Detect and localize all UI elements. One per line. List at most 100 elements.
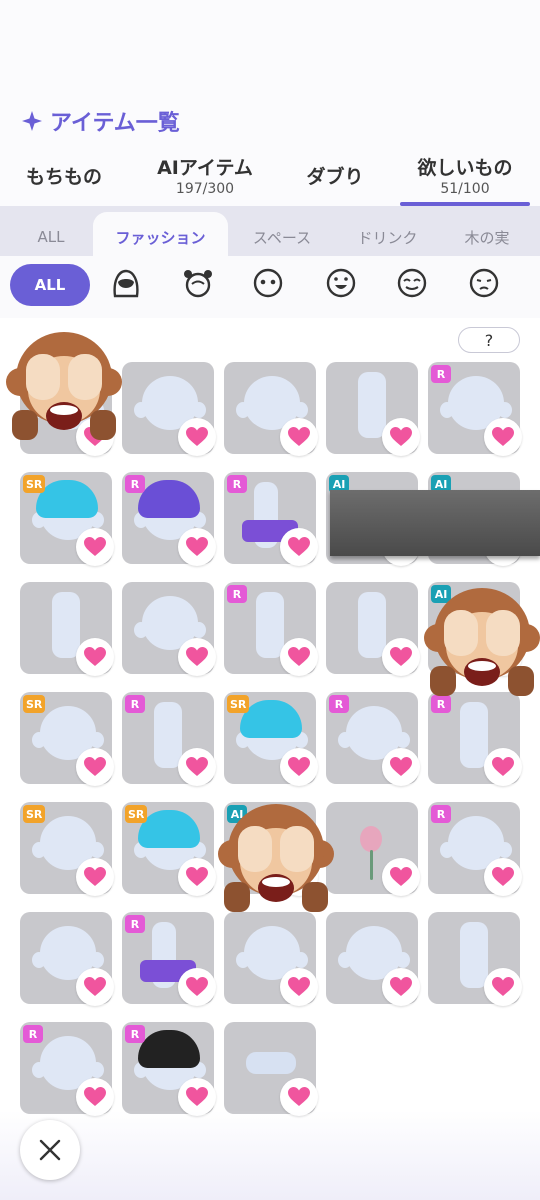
category-tab-all[interactable]: ALL xyxy=(10,212,92,262)
wishlist-item[interactable] xyxy=(326,362,420,456)
wishlist-item[interactable]: R xyxy=(122,692,216,786)
heart-icon xyxy=(492,757,514,776)
eyes-icon[interactable] xyxy=(251,266,285,300)
tab-mochimono[interactable]: もちもの xyxy=(8,148,120,206)
rarity-badge: R xyxy=(431,695,451,713)
heart-icon xyxy=(390,647,412,666)
favorite-button[interactable] xyxy=(178,418,216,456)
category-tab-space[interactable]: スペース xyxy=(236,212,328,262)
item-grid: ? R SR R R AI AI R AI SR R SR R R SR SR AI R R R R xyxy=(0,318,540,1200)
tab-duplicates[interactable]: ダブり xyxy=(290,148,380,206)
favorite-button[interactable] xyxy=(76,858,114,896)
close-button[interactable] xyxy=(20,1120,80,1180)
rarity-badge: R xyxy=(227,475,247,493)
wishlist-item[interactable]: R xyxy=(224,582,318,676)
favorite-button[interactable] xyxy=(382,418,420,456)
heart-icon xyxy=(186,427,208,446)
page-title: アイテム一覧 xyxy=(50,111,180,136)
head-accessory-icon[interactable] xyxy=(181,266,215,300)
wishlist-item[interactable] xyxy=(122,582,216,676)
wishlist-item[interactable]: SR xyxy=(20,802,114,896)
wishlist-item[interactable]: SR xyxy=(20,692,114,786)
wishlist-item[interactable]: SR xyxy=(122,802,216,896)
close-icon xyxy=(39,1139,61,1161)
favorite-button[interactable] xyxy=(178,968,216,1006)
wishlist-item[interactable] xyxy=(326,802,420,896)
item-deco xyxy=(36,480,98,518)
favorite-button[interactable] xyxy=(280,638,318,676)
wishlist-item[interactable]: R xyxy=(224,472,318,566)
item-deco xyxy=(360,826,382,852)
heart-icon xyxy=(186,757,208,776)
favorite-button[interactable] xyxy=(382,968,420,1006)
wishlist-item[interactable] xyxy=(224,912,318,1006)
rarity-badge: R xyxy=(431,805,451,823)
closed-eyes-icon[interactable] xyxy=(395,266,429,300)
favorite-button[interactable] xyxy=(484,968,522,1006)
help-button[interactable]: ? xyxy=(458,327,520,353)
bottom-fade xyxy=(0,1110,540,1200)
favorite-button[interactable] xyxy=(382,858,420,896)
hair-icon[interactable] xyxy=(109,266,143,300)
tab-ai-items[interactable]: AIアイテム 197/300 xyxy=(140,148,270,206)
wishlist-item[interactable] xyxy=(224,362,318,456)
rarity-badge: R xyxy=(125,915,145,933)
heart-icon xyxy=(84,647,106,666)
wishlist-item[interactable] xyxy=(326,582,420,676)
favorite-button[interactable] xyxy=(76,968,114,1006)
main-tabs: もちもの AIアイテム 197/300 ダブり 欲しいもの 51/100 xyxy=(0,148,540,206)
wishlist-item[interactable]: R xyxy=(20,1022,114,1116)
favorite-button[interactable] xyxy=(484,858,522,896)
favorite-button[interactable] xyxy=(76,638,114,676)
favorite-button[interactable] xyxy=(280,418,318,456)
wishlist-item[interactable] xyxy=(428,912,522,1006)
item-preview xyxy=(154,702,182,768)
wishlist-item[interactable]: SR xyxy=(224,692,318,786)
favorite-button[interactable] xyxy=(178,528,216,566)
favorite-button[interactable] xyxy=(382,638,420,676)
heart-icon xyxy=(186,537,208,556)
favorite-button[interactable] xyxy=(280,748,318,786)
favorite-button[interactable] xyxy=(382,748,420,786)
favorite-button[interactable] xyxy=(178,858,216,896)
wishlist-item[interactable] xyxy=(326,912,420,1006)
favorite-button[interactable] xyxy=(280,968,318,1006)
wishlist-item[interactable] xyxy=(122,362,216,456)
wishlist-item[interactable] xyxy=(20,582,114,676)
favorite-button[interactable] xyxy=(484,418,522,456)
wishlist-item[interactable]: SR xyxy=(20,472,114,566)
wishlist-item[interactable]: R xyxy=(428,802,522,896)
wishlist-item[interactable]: R xyxy=(326,692,420,786)
page-title-area: アイテム一覧 xyxy=(22,104,180,138)
favorite-button[interactable] xyxy=(76,528,114,566)
favorite-button[interactable] xyxy=(178,748,216,786)
wishlist-item[interactable] xyxy=(224,1022,318,1116)
wishlist-item[interactable]: R xyxy=(428,692,522,786)
wishlist-item[interactable]: R xyxy=(122,1022,216,1116)
rarity-badge: SR xyxy=(227,695,250,713)
favorite-button[interactable] xyxy=(178,638,216,676)
tab-wishlist[interactable]: 欲しいもの 51/100 xyxy=(400,148,530,206)
favorite-button[interactable] xyxy=(484,748,522,786)
heart-icon xyxy=(288,537,310,556)
rarity-badge: SR xyxy=(23,475,46,493)
category-tab-fashion[interactable]: ファッション xyxy=(93,212,228,262)
heart-icon xyxy=(288,1087,310,1106)
category-tab-drink[interactable]: ドリンク xyxy=(340,212,435,262)
category-label: ALL xyxy=(37,228,65,246)
category-tab-nuts[interactable]: 木の実 xyxy=(447,212,527,262)
wishlist-item[interactable]: R xyxy=(122,912,216,1006)
favorite-button[interactable] xyxy=(280,528,318,566)
item-deco xyxy=(138,1030,200,1068)
heart-icon xyxy=(84,757,106,776)
frown-face-icon[interactable] xyxy=(467,266,501,300)
wishlist-item[interactable] xyxy=(20,912,114,1006)
heart-icon xyxy=(186,1087,208,1106)
see-no-evil-monkey-icon xyxy=(6,332,122,440)
wishlist-item[interactable]: R xyxy=(428,362,522,456)
filter-all-button[interactable]: ALL xyxy=(10,264,90,306)
favorite-button[interactable] xyxy=(76,748,114,786)
mouth-icon[interactable] xyxy=(324,266,358,300)
heart-icon xyxy=(288,427,310,446)
wishlist-item[interactable]: R xyxy=(122,472,216,566)
